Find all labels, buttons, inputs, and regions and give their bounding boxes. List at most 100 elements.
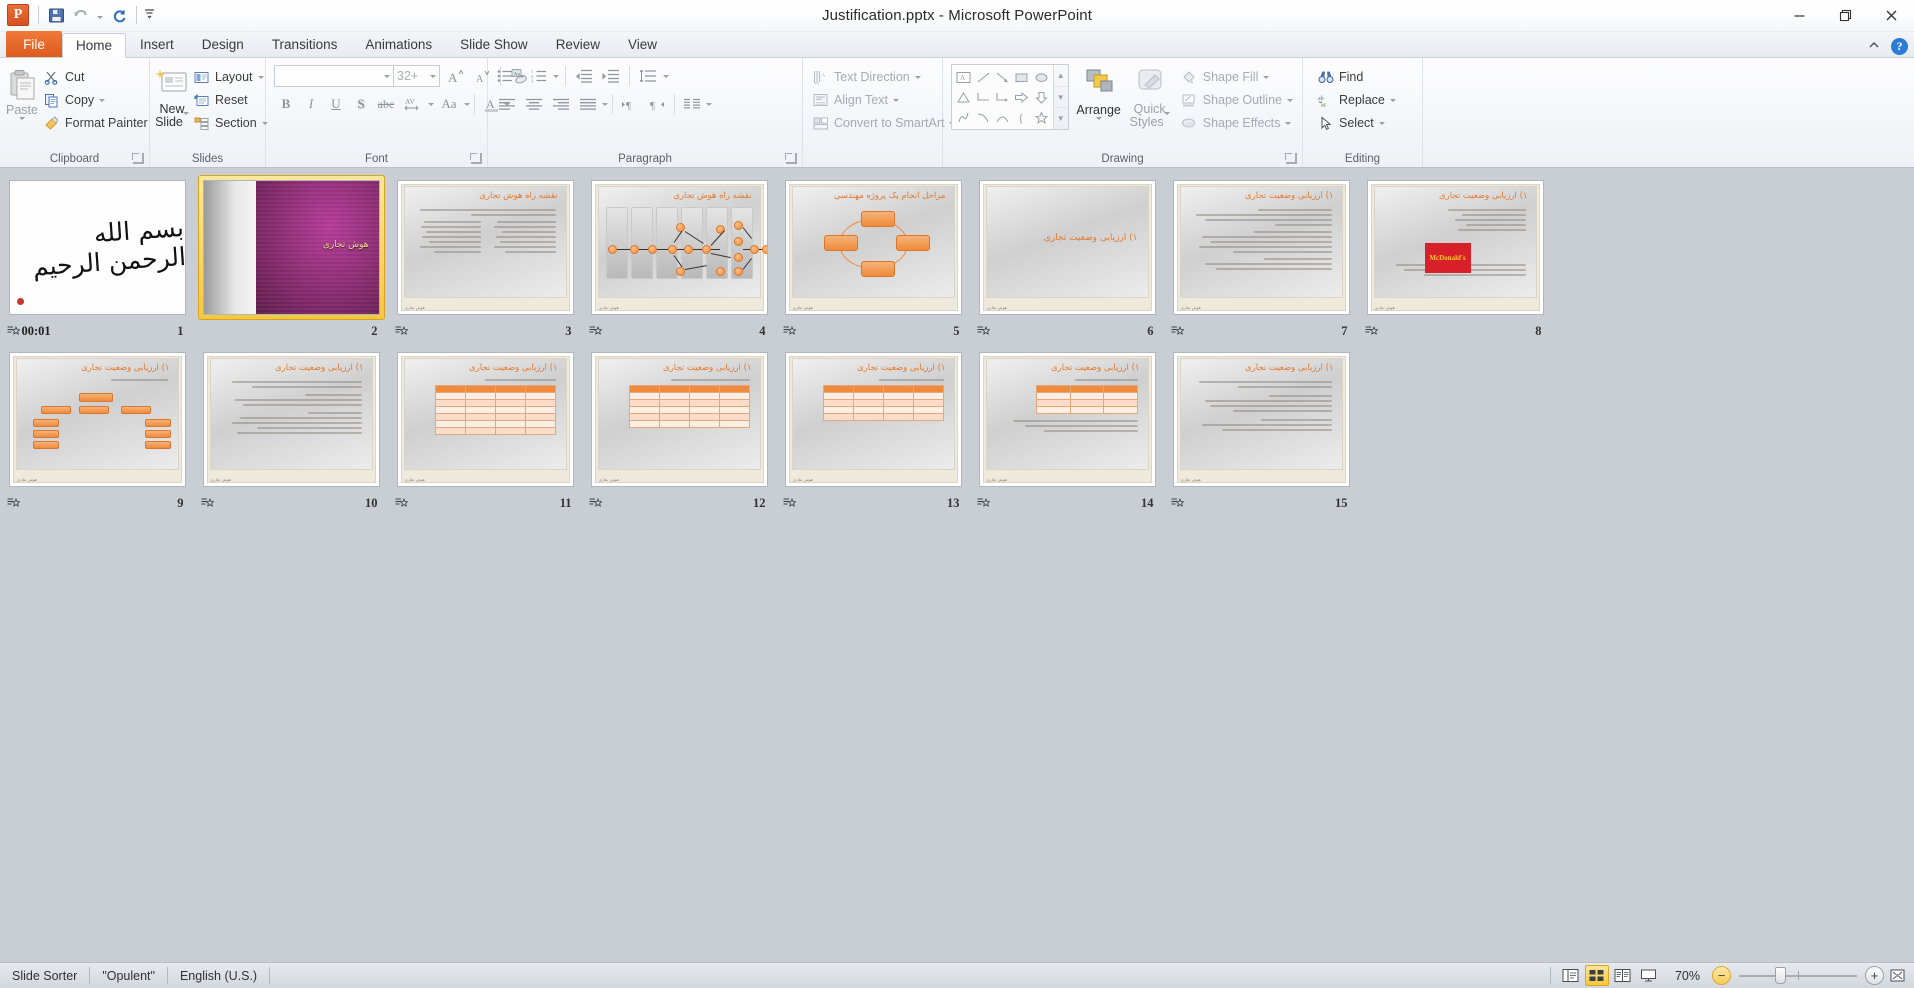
slide-canvas[interactable]: هوش تجاری xyxy=(202,180,380,315)
convert-to-smartart-button[interactable]: Convert to SmartArt xyxy=(808,112,959,134)
slide-canvas[interactable]: ۱) ارزیابی وضعیت تجاری هوش تجاری xyxy=(978,180,1156,315)
fit-window-icon[interactable] xyxy=(1886,966,1908,986)
normal-view-button[interactable] xyxy=(1559,965,1583,986)
shapes-gallery-scrollbar[interactable]: ▲ ▼ ▼ xyxy=(1052,65,1068,129)
bold-button[interactable]: B xyxy=(274,93,298,116)
transition-icon[interactable] xyxy=(783,497,796,510)
shape-fill-button[interactable]: Shape Fill xyxy=(1177,66,1297,88)
shape-elbow-arrow-icon[interactable] xyxy=(993,87,1012,107)
quick-styles-button[interactable]: Quick Styles xyxy=(1129,64,1171,129)
decrease-indent-button[interactable] xyxy=(572,65,596,88)
text-direction-button[interactable]: A Text Direction xyxy=(808,66,959,88)
slide-canvas[interactable]: بسم الله الرحمن الرحيم xyxy=(8,180,186,315)
increase-indent-button[interactable] xyxy=(599,65,623,88)
cut-button[interactable]: Cut xyxy=(39,66,152,88)
tab-file[interactable]: File xyxy=(6,31,62,57)
rtl-direction-button[interactable]: ¶ xyxy=(644,93,670,116)
transition-icon[interactable] xyxy=(7,497,20,510)
shape-left-brace-icon[interactable]: { xyxy=(1012,107,1031,127)
shapes-scroll-up-button[interactable]: ▲ xyxy=(1053,65,1068,87)
select-dropdown-arrow[interactable] xyxy=(1378,121,1385,125)
character-spacing-button[interactable]: AV xyxy=(399,93,427,116)
quick-styles-dropdown-arrow[interactable] xyxy=(1163,112,1170,129)
transition-icon[interactable] xyxy=(201,497,214,510)
slide-thumbnail-5[interactable]: مراحل انجام یک پروژه مهندسی هوش تجاری 5 xyxy=(776,176,970,348)
slide-thumbnail-8[interactable]: ۱) ارزیابی وضعیت تجاری McDonald's هوش تج… xyxy=(1358,176,1552,348)
slide-sorter-view-button[interactable] xyxy=(1584,965,1609,986)
slide-canvas[interactable]: نقشه راه هوش تجاری هوش تجاری xyxy=(590,180,768,315)
slide-canvas[interactable]: نقشه راه هوش تجاری هوش تجاری xyxy=(396,180,574,315)
shape-rectangle-icon[interactable] xyxy=(1012,67,1031,87)
paste-button[interactable]: Paste xyxy=(5,64,39,120)
replace-button[interactable]: ab ac Replace xyxy=(1313,89,1400,111)
shape-line-icon[interactable] xyxy=(973,67,992,87)
font-size-dropdown-arrow[interactable] xyxy=(430,74,436,78)
slide-thumbnail-13[interactable]: ۱) ارزیابی وضعیت تجاری هوش تجاری 13 xyxy=(776,348,970,520)
slide-thumb-frame[interactable]: ۱) ارزیابی وضعیت تجاری هوش تجاری xyxy=(975,176,1160,319)
shape-right-arrow-icon[interactable] xyxy=(1012,87,1031,107)
line-spacing-button[interactable] xyxy=(636,65,660,88)
shape-outline-dropdown-arrow[interactable] xyxy=(1287,98,1293,102)
copy-dropdown-arrow[interactable] xyxy=(99,98,106,102)
slide-thumbnail-1[interactable]: بسم الله الرحمن الرحيم 00:01 1 xyxy=(0,176,194,348)
slide-thumb-frame[interactable]: نقشه راه هوش تجاری هوش تجاری xyxy=(393,176,578,319)
shape-effects-dropdown-arrow[interactable] xyxy=(1285,121,1292,125)
font-name-dropdown-arrow[interactable] xyxy=(384,74,390,78)
reading-view-button[interactable] xyxy=(1611,965,1635,986)
character-spacing-dropdown-arrow[interactable] xyxy=(428,102,434,106)
transition-icon[interactable] xyxy=(589,325,602,338)
font-dialog-launcher[interactable] xyxy=(470,153,482,164)
section-button[interactable]: Section xyxy=(189,112,272,134)
shape-fill-dropdown-arrow[interactable] xyxy=(1263,75,1270,79)
italic-button[interactable]: I xyxy=(299,93,323,116)
columns-dropdown-arrow[interactable] xyxy=(706,102,712,106)
transition-icon[interactable] xyxy=(395,497,408,510)
slide-thumb-frame-selected[interactable]: هوش تجاری xyxy=(198,176,384,319)
justify-dropdown-arrow[interactable] xyxy=(602,102,608,106)
columns-button[interactable] xyxy=(679,93,705,116)
align-left-button[interactable] xyxy=(494,93,520,116)
numbering-dropdown-arrow[interactable] xyxy=(553,74,559,78)
shape-ellipse-icon[interactable] xyxy=(1031,67,1050,87)
status-theme-name[interactable]: "Opulent" xyxy=(90,963,167,988)
tab-design[interactable]: Design xyxy=(188,32,258,57)
replace-dropdown-arrow[interactable] xyxy=(1389,98,1396,102)
shape-outline-button[interactable]: Shape Outline xyxy=(1177,89,1297,111)
zoom-in-button[interactable]: + xyxy=(1865,966,1884,985)
paste-dropdown-arrow[interactable] xyxy=(19,117,25,120)
minimize-ribbon-icon[interactable] xyxy=(1867,40,1881,53)
slide-thumbnail-15[interactable]: ۱) ارزیابی وضعیت تجاری هوش تجاری 15 xyxy=(1164,348,1358,520)
tab-insert[interactable]: Insert xyxy=(126,32,188,57)
text-direction-dropdown-arrow[interactable] xyxy=(914,75,921,79)
slide-thumb-frame[interactable]: نقشه راه هوش تجاری هوش تجاری xyxy=(587,176,772,319)
transition-icon[interactable] xyxy=(395,325,408,338)
line-spacing-dropdown-arrow[interactable] xyxy=(663,74,669,78)
transition-icon[interactable] xyxy=(977,325,990,338)
tab-home[interactable]: Home xyxy=(62,33,127,58)
change-case-dropdown-arrow[interactable] xyxy=(464,102,470,106)
font-name-input[interactable] xyxy=(274,65,394,87)
find-button[interactable]: Find xyxy=(1313,66,1400,88)
slide-thumbnail-3[interactable]: نقشه راه هوش تجاری هوش تجاری 3 xyxy=(388,176,582,348)
zoom-slider[interactable] xyxy=(1739,966,1857,985)
slide-thumb-frame[interactable]: ۱) ارزیابی وضعیت تجاری xyxy=(199,348,384,491)
zoom-out-button[interactable]: − xyxy=(1712,966,1731,985)
slide-thumb-frame[interactable]: ۱) ارزیابی وضعیت تجاری xyxy=(393,348,578,491)
ltr-direction-button[interactable]: ¶ xyxy=(617,93,643,116)
shape-arc-icon[interactable] xyxy=(993,107,1012,127)
strikethrough-button[interactable]: abc xyxy=(374,93,398,116)
clipboard-dialog-launcher[interactable] xyxy=(132,153,144,164)
change-case-button[interactable]: Aa xyxy=(435,93,463,116)
slide-thumb-frame[interactable]: ۱) ارزیابی وضعیت تجاری xyxy=(1169,176,1354,319)
zoom-slider-handle[interactable] xyxy=(1775,967,1786,984)
slide-thumb-frame[interactable]: ۱) ارزیابی وضعیت تجاری xyxy=(5,348,190,491)
paragraph-dialog-launcher[interactable] xyxy=(785,153,797,164)
layout-button[interactable]: Layout xyxy=(189,66,272,88)
shapes-gallery[interactable]: A {▲ ▼ ▼ xyxy=(951,64,1069,130)
shape-textbox-icon[interactable]: A xyxy=(954,67,973,87)
slide-canvas[interactable]: ۱) ارزیابی وضعیت تجاری xyxy=(396,352,574,487)
arrange-dropdown-arrow[interactable] xyxy=(1095,117,1102,120)
slide-thumbnail-12[interactable]: ۱) ارزیابی وضعیت تجاری هوش تجاری 12 xyxy=(582,348,776,520)
slide-thumb-frame[interactable]: ۱) ارزیابی وضعیت تجاری xyxy=(781,348,966,491)
copy-button[interactable]: Copy xyxy=(39,89,152,111)
